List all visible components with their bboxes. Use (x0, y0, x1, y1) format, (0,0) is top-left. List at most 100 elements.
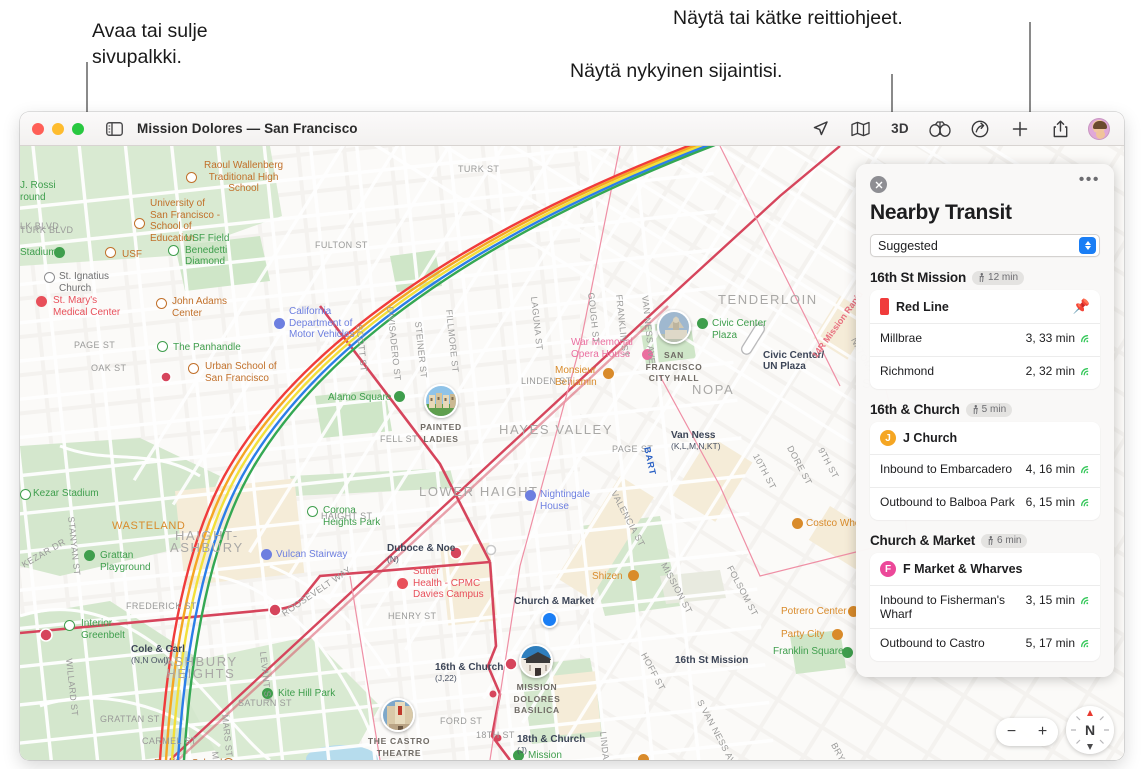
callout-directions-line (1029, 22, 1031, 118)
maps-window: Mission Dolores — San Francisco 3D TENDE… (20, 112, 1124, 760)
zoom-out-button[interactable]: − (1007, 723, 1016, 741)
government-icon (274, 318, 285, 329)
zoom-window-button[interactable] (72, 122, 84, 135)
park-icon (307, 506, 318, 517)
directions-icon (971, 120, 989, 137)
park-icon (20, 489, 31, 500)
live-signal-icon (1079, 593, 1090, 611)
stop-name: 16th & Church (870, 402, 960, 417)
add-place-button[interactable] (1008, 118, 1032, 140)
location-arrow-button[interactable] (808, 118, 832, 140)
destination-time: 3, 33 min (1025, 331, 1075, 345)
walk-time-badge: 6 min (981, 533, 1028, 548)
close-icon (875, 181, 882, 188)
user-avatar[interactable] (1088, 117, 1110, 140)
transit-destination-row[interactable]: Richmond 2, 32 min (870, 357, 1100, 389)
restaurant-icon (628, 570, 639, 581)
transit-line-group: F F Market & Wharves Inbound to Fisherma… (870, 553, 1100, 661)
line-badge-red (880, 298, 889, 315)
destination-name: Outbound to Balboa Park (880, 495, 1015, 509)
transit-stop-header: Church & Market 6 min (870, 533, 1100, 548)
minimize-window-button[interactable] (52, 122, 64, 135)
park-icon (168, 245, 179, 256)
park-icon (513, 750, 524, 760)
wifi-icon (1081, 335, 1089, 343)
stop-name: 16th St Mission (870, 270, 967, 285)
transit-destination-row[interactable]: Inbound to Embarcadero 4, 16 min (870, 455, 1100, 488)
landmark-icon (525, 490, 536, 501)
callout-sidebar: Avaa tai sulje sivupalkki. (92, 20, 208, 68)
sidebar-toggle-button[interactable] (103, 119, 125, 139)
transit-destination-row[interactable]: Millbrae 3, 33 min (870, 324, 1100, 357)
transit-destination-row[interactable]: Outbound to Castro 5, 17 min (870, 629, 1100, 661)
shopping-icon (832, 629, 843, 640)
destination-time: 6, 15 min (1025, 495, 1075, 509)
hospital-icon (36, 296, 47, 307)
transit-destination-row[interactable]: Outbound to Balboa Park 6, 15 min (870, 488, 1100, 520)
marker-city-hall[interactable] (657, 310, 691, 344)
walk-time-text: 6 min (997, 535, 1022, 546)
share-button[interactable] (1048, 118, 1072, 140)
destination-time: 4, 16 min (1025, 462, 1075, 476)
walk-time-badge: 5 min (965, 402, 1013, 417)
look-around-button[interactable] (928, 118, 952, 140)
zoom-in-button[interactable]: + (1038, 723, 1047, 741)
transit-destination-row[interactable]: Inbound to Fisherman's Wharf 3, 15 min (870, 586, 1100, 629)
more-options-button[interactable]: ••• (1079, 172, 1100, 188)
callout-directions: Näytä tai kätke reittiohjeet. (673, 7, 903, 29)
live-signal-icon (1079, 636, 1090, 654)
destination-name: Inbound to Fisherman's Wharf (880, 593, 1006, 621)
school-icon (156, 298, 167, 309)
nearby-transit-panel: ••• Nearby Transit Suggested 16th St Mis… (856, 164, 1114, 677)
plus-icon (1012, 121, 1028, 136)
destination-time: 5, 17 min (1025, 636, 1075, 650)
destination-time: 3, 15 min (1025, 593, 1075, 607)
3d-view-button[interactable]: 3D (888, 118, 912, 140)
transit-line-group: J J Church Inbound to Embarcadero 4, 16 … (870, 422, 1100, 520)
restaurant-icon (603, 368, 614, 379)
wifi-icon (1081, 640, 1089, 648)
line-name: Red Line (896, 299, 949, 314)
walk-time-text: 12 min (988, 272, 1019, 283)
destination-name: Inbound to Embarcadero (880, 462, 1013, 476)
map-canvas[interactable]: TENDERLOIN NOPA HAYES VALLEY LOWER HAIGH… (20, 146, 1124, 760)
live-signal-icon (1079, 331, 1090, 349)
line-badge-f: F (880, 561, 896, 577)
transit-stop-header: 16th & Church 5 min (870, 402, 1100, 417)
destination-name: Richmond (880, 364, 935, 378)
walk-time-text: 5 min (981, 404, 1007, 415)
live-signal-icon (1079, 462, 1090, 480)
wifi-icon (1081, 368, 1089, 376)
stepper-icon[interactable] (1079, 237, 1096, 254)
marker-castro-theatre[interactable] (381, 698, 415, 732)
map-zoom-controls[interactable]: − + (996, 718, 1058, 746)
live-signal-icon (1079, 364, 1090, 382)
transit-line-row[interactable]: J J Church (870, 422, 1100, 455)
close-panel-button[interactable] (870, 176, 887, 193)
transit-filter-select[interactable]: Suggested (870, 234, 1100, 257)
line-name: J Church (903, 431, 958, 445)
binoculars-icon (929, 120, 951, 137)
transit-line-row[interactable]: F F Market & Wharves (870, 553, 1100, 586)
line-name: F Market & Wharves (903, 562, 1023, 576)
map-compass[interactable]: N (1066, 706, 1114, 754)
pin-icon[interactable]: 📌 (1073, 298, 1090, 315)
park-icon (54, 247, 65, 258)
destination-name: Outbound to Castro (880, 636, 985, 650)
close-window-button[interactable] (32, 122, 44, 135)
transit-stop-header: 16th St Mission 12 min (870, 270, 1100, 285)
school-icon (105, 247, 116, 258)
transit-line-row[interactable]: Red Line 📌 (870, 290, 1100, 324)
marker-mission-dolores-basilica[interactable] (519, 644, 553, 678)
directions-button[interactable] (968, 118, 992, 140)
sidebar-icon (105, 121, 123, 136)
theater-icon (642, 349, 653, 360)
park-icon (262, 688, 273, 699)
callout-location: Näytä nykyinen sijaintisi. (570, 60, 783, 82)
hospital-icon (397, 578, 408, 589)
toolbar: 3D (808, 117, 1112, 140)
current-location-dot (541, 611, 558, 628)
map-mode-button[interactable] (848, 118, 872, 140)
marker-painted-ladies[interactable] (424, 384, 458, 418)
window-title: Mission Dolores — San Francisco (137, 121, 358, 136)
